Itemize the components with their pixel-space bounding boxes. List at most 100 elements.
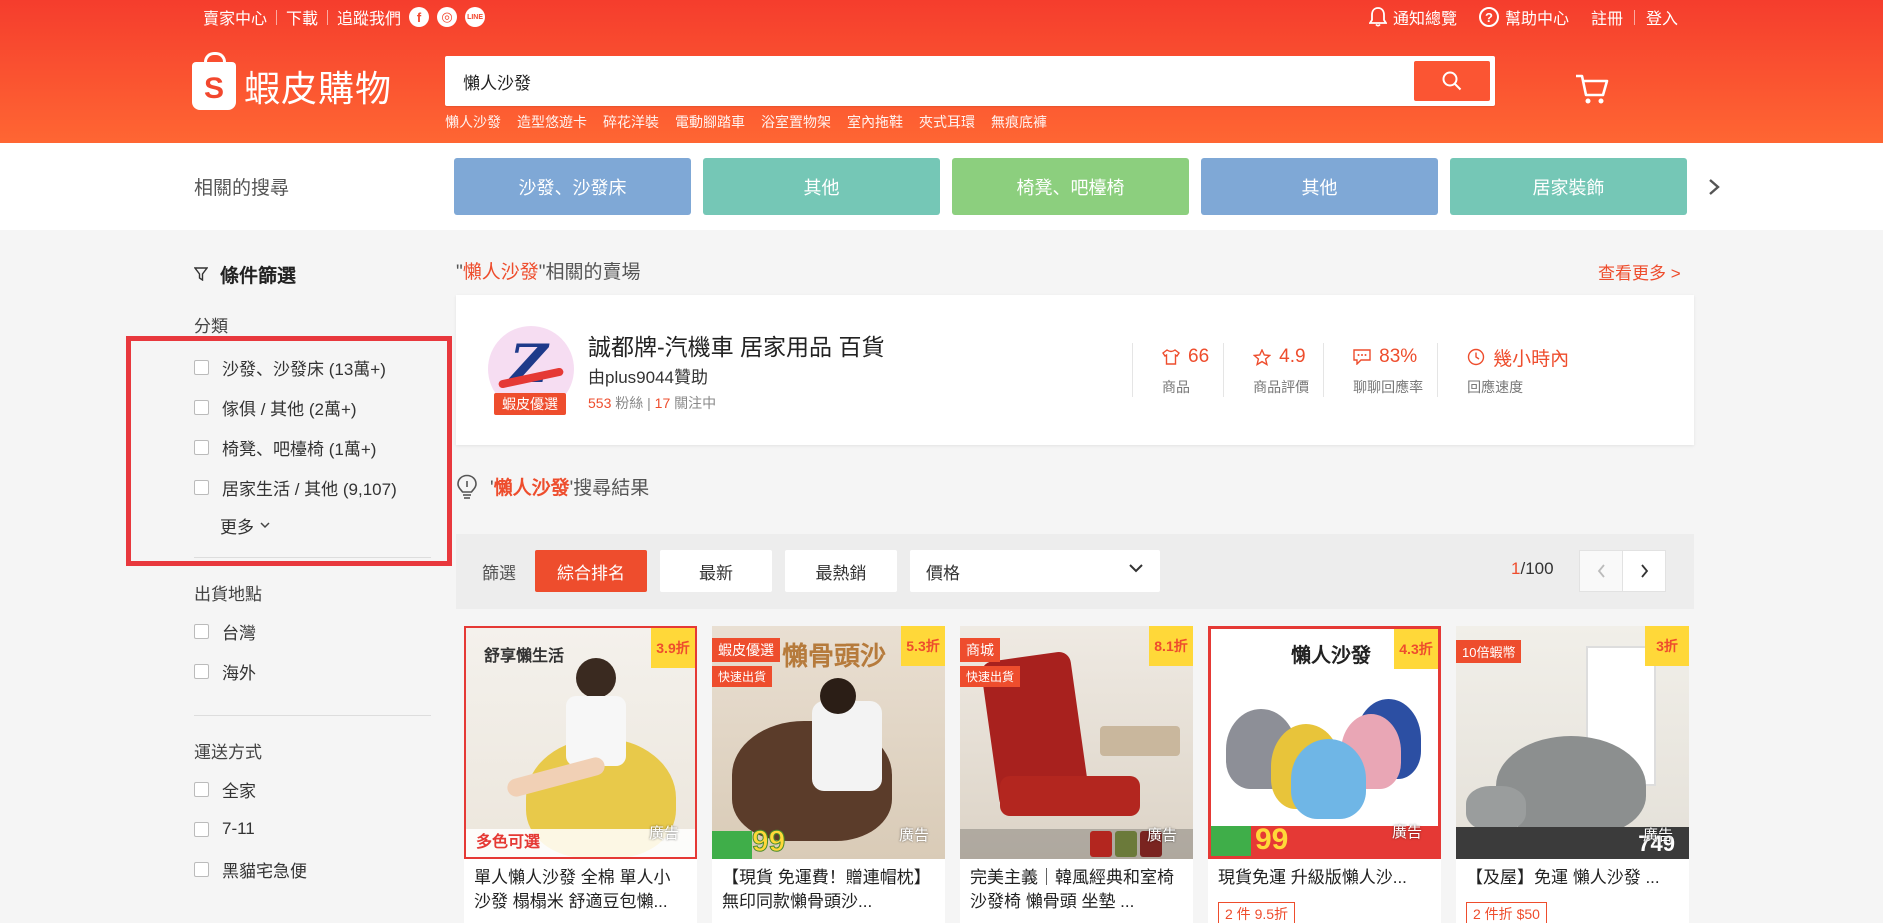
notifications-link[interactable]: 通知總覽 [1368, 5, 1457, 29]
related-shops-title: "懶人沙發"相關的賣場 [456, 257, 641, 284]
hotword-link[interactable]: 室內拖鞋 [847, 112, 903, 132]
sort-latest-button[interactable]: 最新 [660, 550, 772, 592]
product-image-text: 99 [1255, 823, 1289, 856]
product-image[interactable]: 舒享懶生活 多色可選 3.9折 廣告 [464, 626, 697, 859]
instagram-icon[interactable]: ◎ [437, 7, 458, 27]
search-button[interactable] [1414, 61, 1490, 101]
chevron-right-icon [1640, 564, 1648, 578]
product-card[interactable]: 商城 快速出貨 8.1折 廣告 完美主義｜韓風經典和室椅 沙發椅 懶骨頭 坐墊 … [960, 626, 1193, 923]
sort-top-sales-button[interactable]: 最熱銷 [785, 550, 897, 592]
product-image[interactable]: 10倍蝦幣 749 3折 廣告 [1456, 626, 1689, 859]
related-searches: 相關的搜尋 沙發、沙發床 其他 椅凳、吧檯椅 其他 居家裝飾 [0, 143, 1883, 230]
checkbox[interactable] [194, 623, 209, 639]
product-image[interactable]: 懶骨頭沙 99 蝦皮優選 快速出貨 5.3折 廣告 [712, 626, 945, 859]
help-center-link[interactable]: ? 幫助中心 [1478, 5, 1569, 29]
hotword-link[interactable]: 懶人沙發 [445, 112, 501, 132]
next-page-button[interactable] [1622, 550, 1666, 592]
hotword-link[interactable]: 夾式耳環 [919, 112, 975, 132]
chat-icon [1353, 349, 1371, 365]
register-link[interactable]: 註冊 [1591, 5, 1623, 29]
related-category-card[interactable]: 其他 [1201, 158, 1438, 215]
shop-card[interactable]: Z 蝦皮優選 誠都牌-汽機車 居家用品 百貨 由plus9044贊助 553 粉… [456, 295, 1694, 445]
divider [327, 9, 329, 25]
related-category-card[interactable]: 其他 [703, 158, 940, 215]
cart-icon [1576, 74, 1609, 104]
help-icon: ? [1478, 7, 1499, 27]
stat-label: 回應速度 [1467, 379, 1524, 395]
stat-label: 商品評價 [1253, 379, 1310, 395]
related-category-label: 沙發、沙發床 [518, 177, 627, 198]
related-searches-title: 相關的搜尋 [194, 178, 290, 199]
product-image-text: 懶人沙發 [1291, 645, 1371, 667]
location-filter-option[interactable]: 海外 [194, 651, 431, 691]
login-link[interactable]: 登入 [1646, 5, 1678, 29]
product-card[interactable]: 懶骨頭沙 99 蝦皮優選 快速出貨 5.3折 廣告 【現貨 免運費！贈連帽枕】無… [712, 626, 945, 923]
price-sort-dropdown[interactable]: 價格 [910, 550, 1160, 592]
logo-letter: S [203, 72, 224, 105]
hotword-link[interactable]: 碎花洋裝 [603, 112, 659, 132]
hotword-link[interactable]: 浴室置物架 [761, 112, 831, 132]
option-label: 台灣 [222, 623, 256, 643]
product-image[interactable]: 懶人沙發 99 4.3折 廣告 [1208, 626, 1441, 859]
related-category-card[interactable]: 沙發、沙發床 [454, 158, 691, 215]
line-icon[interactable]: LINE [465, 7, 486, 27]
product-title[interactable]: 現貨免運 升級版懶人沙... [1208, 859, 1441, 889]
stat-value: 66 [1188, 346, 1210, 367]
shipping-filter-option[interactable]: 7-11 [194, 809, 431, 849]
shopee-logo[interactable]: S 蝦皮購物 [192, 52, 392, 112]
site-header: 賣家中心 下載 追蹤我們 f ◎ LINE 通知總覽 ? 幫助中心 註冊 登入 … [0, 0, 1883, 143]
option-label: 海外 [222, 663, 256, 683]
shipping-filter-option[interactable]: 黑貓宅急便 [194, 849, 431, 889]
preferred-seller-badge: 蝦皮優選 [494, 393, 566, 415]
sort-relevance-button[interactable]: 綜合排名 [535, 550, 647, 592]
preferred-badge: 蝦皮優選 [712, 638, 780, 662]
shop-stat-response-time: 幾小時內 回應速度 [1437, 343, 1583, 397]
product-title[interactable]: 【現貨 免運費！贈連帽枕】無印同款懶骨頭沙... [712, 859, 945, 911]
download-link[interactable]: 下載 [286, 5, 318, 29]
cart-button[interactable] [1575, 73, 1609, 110]
prev-page-button[interactable] [1579, 550, 1623, 592]
shirt-icon [1162, 349, 1180, 365]
stat-label: 商品 [1162, 379, 1190, 395]
related-category-card[interactable]: 居家裝飾 [1450, 158, 1687, 215]
shipping-filter-option[interactable]: 全家 [194, 769, 431, 809]
see-more-shops-link[interactable]: 查看更多 > [1598, 259, 1681, 284]
page-indicator: 1/100 [1511, 559, 1554, 579]
checkbox[interactable] [194, 781, 209, 797]
filter-icon [194, 267, 208, 281]
product-card[interactable]: 舒享懶生活 多色可選 3.9折 廣告 單人懶人沙發 全棉 單人小沙發 榻榻米 舒… [464, 626, 697, 923]
category-section-label: 分類 [194, 317, 228, 336]
shop-name[interactable]: 誠都牌-汽機車 居家用品 百貨 [588, 328, 884, 362]
checkbox[interactable] [194, 663, 209, 679]
hotword-link[interactable]: 無痕底褲 [991, 112, 1047, 132]
product-card[interactable]: 懶人沙發 99 4.3折 廣告 現貨免運 升級版懶人沙... 2 件 9.5折 [1208, 626, 1441, 923]
notifications-label: 通知總覽 [1392, 11, 1457, 28]
product-card[interactable]: 10倍蝦幣 749 3折 廣告 【及屋】免運 懶人沙發 ... 2 件折 $50 [1456, 626, 1689, 923]
fast-shipping-badge: 快速出貨 [960, 666, 1021, 687]
product-title[interactable]: 完美主義｜韓風經典和室椅 沙發椅 懶骨頭 坐墊 ... [960, 859, 1193, 911]
mall-badge: 商城 [960, 638, 1000, 662]
checkbox[interactable] [194, 861, 209, 877]
location-filter-option[interactable]: 台灣 [194, 611, 431, 651]
search-input[interactable] [463, 56, 1363, 106]
related-next-button[interactable] [1700, 173, 1728, 201]
lightbulb-icon [457, 474, 477, 499]
option-label: 全家 [222, 781, 256, 801]
facebook-icon[interactable]: f [409, 7, 430, 27]
seller-center-link[interactable]: 賣家中心 [203, 5, 267, 29]
search-results-title: '懶人沙發'搜尋結果 [456, 473, 649, 500]
shop-stat-products: 66 商品 [1132, 343, 1223, 397]
promo-tag: 2 件 9.5折 [1218, 902, 1296, 923]
shop-stat-rating: 4.9 商品評價 [1223, 343, 1323, 397]
related-category-label: 椅凳、吧檯椅 [1016, 177, 1125, 198]
product-title[interactable]: 單人懶人沙發 全棉 單人小沙發 榻榻米 舒適豆包懶... [464, 859, 697, 911]
product-image[interactable]: 商城 快速出貨 8.1折 廣告 [960, 626, 1193, 859]
shipping-section-label: 運送方式 [194, 743, 262, 762]
related-category-card[interactable]: 椅凳、吧檯椅 [952, 158, 1189, 215]
hotword-link[interactable]: 電動腳踏車 [675, 112, 745, 132]
bell-icon [1368, 7, 1387, 27]
product-title[interactable]: 【及屋】免運 懶人沙發 ... [1456, 859, 1689, 889]
checkbox[interactable] [194, 821, 209, 837]
hotword-link[interactable]: 造型悠遊卡 [517, 112, 587, 132]
ad-label: 廣告 [1146, 827, 1177, 844]
